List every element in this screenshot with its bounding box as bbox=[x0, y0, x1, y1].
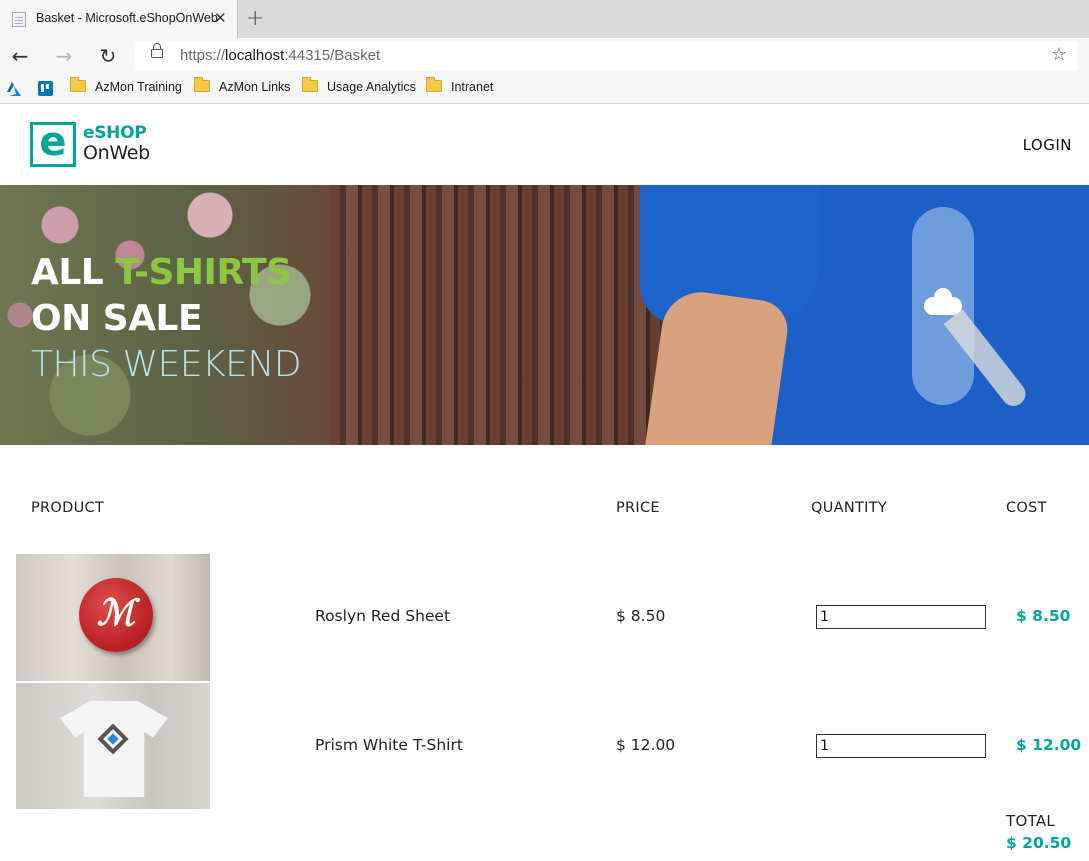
page-favicon-icon bbox=[12, 12, 26, 27]
forward-arrow-icon[interactable]: → bbox=[50, 42, 78, 70]
hero-text-all: ALL bbox=[31, 252, 116, 293]
bookmark-azmon-links[interactable]: AzMon Links bbox=[194, 77, 291, 98]
logo-text-eshop[interactable]: eSHOP bbox=[83, 123, 147, 143]
lock-icon bbox=[151, 43, 163, 58]
browser-tab[interactable]: Basket - Microsoft.eShopOnWeb ✕ bbox=[0, 0, 238, 38]
close-tab-icon[interactable]: ✕ bbox=[214, 9, 227, 27]
product-cost: $ 8.50 bbox=[1016, 607, 1071, 625]
column-header-quantity: QUANTITY bbox=[811, 500, 888, 516]
roslyn-badge-glyph: ℳ bbox=[96, 592, 136, 634]
hero-headline-line1: ALL T-SHIRTS bbox=[31, 252, 292, 293]
bookmarks-bar: AzMon Training AzMon Links Usage Analyti… bbox=[0, 74, 1089, 104]
back-arrow-icon[interactable]: ← bbox=[6, 42, 34, 70]
product-price: $ 12.00 bbox=[616, 736, 676, 754]
folder-icon bbox=[302, 77, 318, 92]
roslyn-badge-icon: ℳ bbox=[79, 578, 153, 652]
bookmark-label: AzMon Links bbox=[219, 80, 291, 94]
url-scheme: https:// bbox=[180, 47, 226, 64]
reload-icon[interactable]: ↻ bbox=[94, 42, 122, 70]
column-header-cost: COST bbox=[1006, 500, 1047, 516]
product-cost: $ 12.00 bbox=[1016, 736, 1082, 754]
eshop-logo-icon[interactable]: e bbox=[30, 119, 76, 167]
logo-mark-letter: e bbox=[39, 119, 67, 165]
folder-icon bbox=[194, 77, 210, 92]
folder-icon bbox=[70, 77, 86, 92]
quantity-input[interactable] bbox=[816, 605, 986, 629]
hero-headline-line3: THIS WEEKEND bbox=[31, 344, 302, 385]
new-tab-icon[interactable]: + bbox=[246, 6, 264, 31]
address-bar[interactable]: https://localhost:44315/Basket ☆ bbox=[135, 41, 1077, 71]
url-text[interactable]: https://localhost:44315/Basket bbox=[180, 47, 380, 64]
quantity-input[interactable] bbox=[816, 734, 986, 758]
product-image-prism-white-tshirt bbox=[16, 683, 210, 809]
product-image-roslyn-red-sheet: ℳ bbox=[16, 554, 210, 681]
hero-text-tshirts: T-SHIRTS bbox=[115, 252, 292, 293]
browser-toolbar: ← → ↻ https://localhost:44315/Basket ☆ bbox=[0, 38, 1089, 74]
login-link[interactable]: LOGIN bbox=[1023, 136, 1072, 154]
column-header-product: PRODUCT bbox=[31, 500, 105, 516]
bookmark-label: AzMon Training bbox=[95, 80, 182, 94]
url-host: localhost bbox=[225, 47, 285, 64]
tab-title: Basket - Microsoft.eShopOnWeb bbox=[36, 11, 218, 25]
cloud-icon bbox=[924, 288, 962, 315]
bookmark-label: Usage Analytics bbox=[327, 80, 416, 94]
total-label: TOTAL bbox=[1006, 812, 1056, 830]
product-name: Roslyn Red Sheet bbox=[315, 607, 451, 625]
column-header-price: PRICE bbox=[616, 500, 660, 516]
logo-text-onweb[interactable]: OnWeb bbox=[83, 142, 150, 164]
azure-icon[interactable] bbox=[6, 82, 22, 96]
bookmark-usage-analytics[interactable]: Usage Analytics bbox=[302, 77, 416, 98]
product-price: $ 8.50 bbox=[616, 607, 666, 625]
bookmark-intranet[interactable]: Intranet bbox=[426, 77, 494, 98]
folder-icon bbox=[426, 77, 442, 92]
favorite-star-icon[interactable]: ☆ bbox=[1051, 44, 1067, 65]
bookmark-azmon-training[interactable]: AzMon Training bbox=[70, 77, 182, 98]
url-path: :44315/Basket bbox=[284, 47, 381, 64]
browser-tabstrip: Basket - Microsoft.eShopOnWeb ✕ + bbox=[0, 0, 1089, 38]
trello-icon[interactable] bbox=[38, 81, 53, 96]
bookmark-label: Intranet bbox=[451, 80, 494, 94]
total-value: $ 20.50 bbox=[1006, 834, 1072, 852]
product-name: Prism White T-Shirt bbox=[315, 736, 463, 754]
hero-headline-line2: ON SALE bbox=[31, 298, 203, 339]
site-header: e eSHOP OnWeb LOGIN bbox=[0, 105, 1089, 185]
